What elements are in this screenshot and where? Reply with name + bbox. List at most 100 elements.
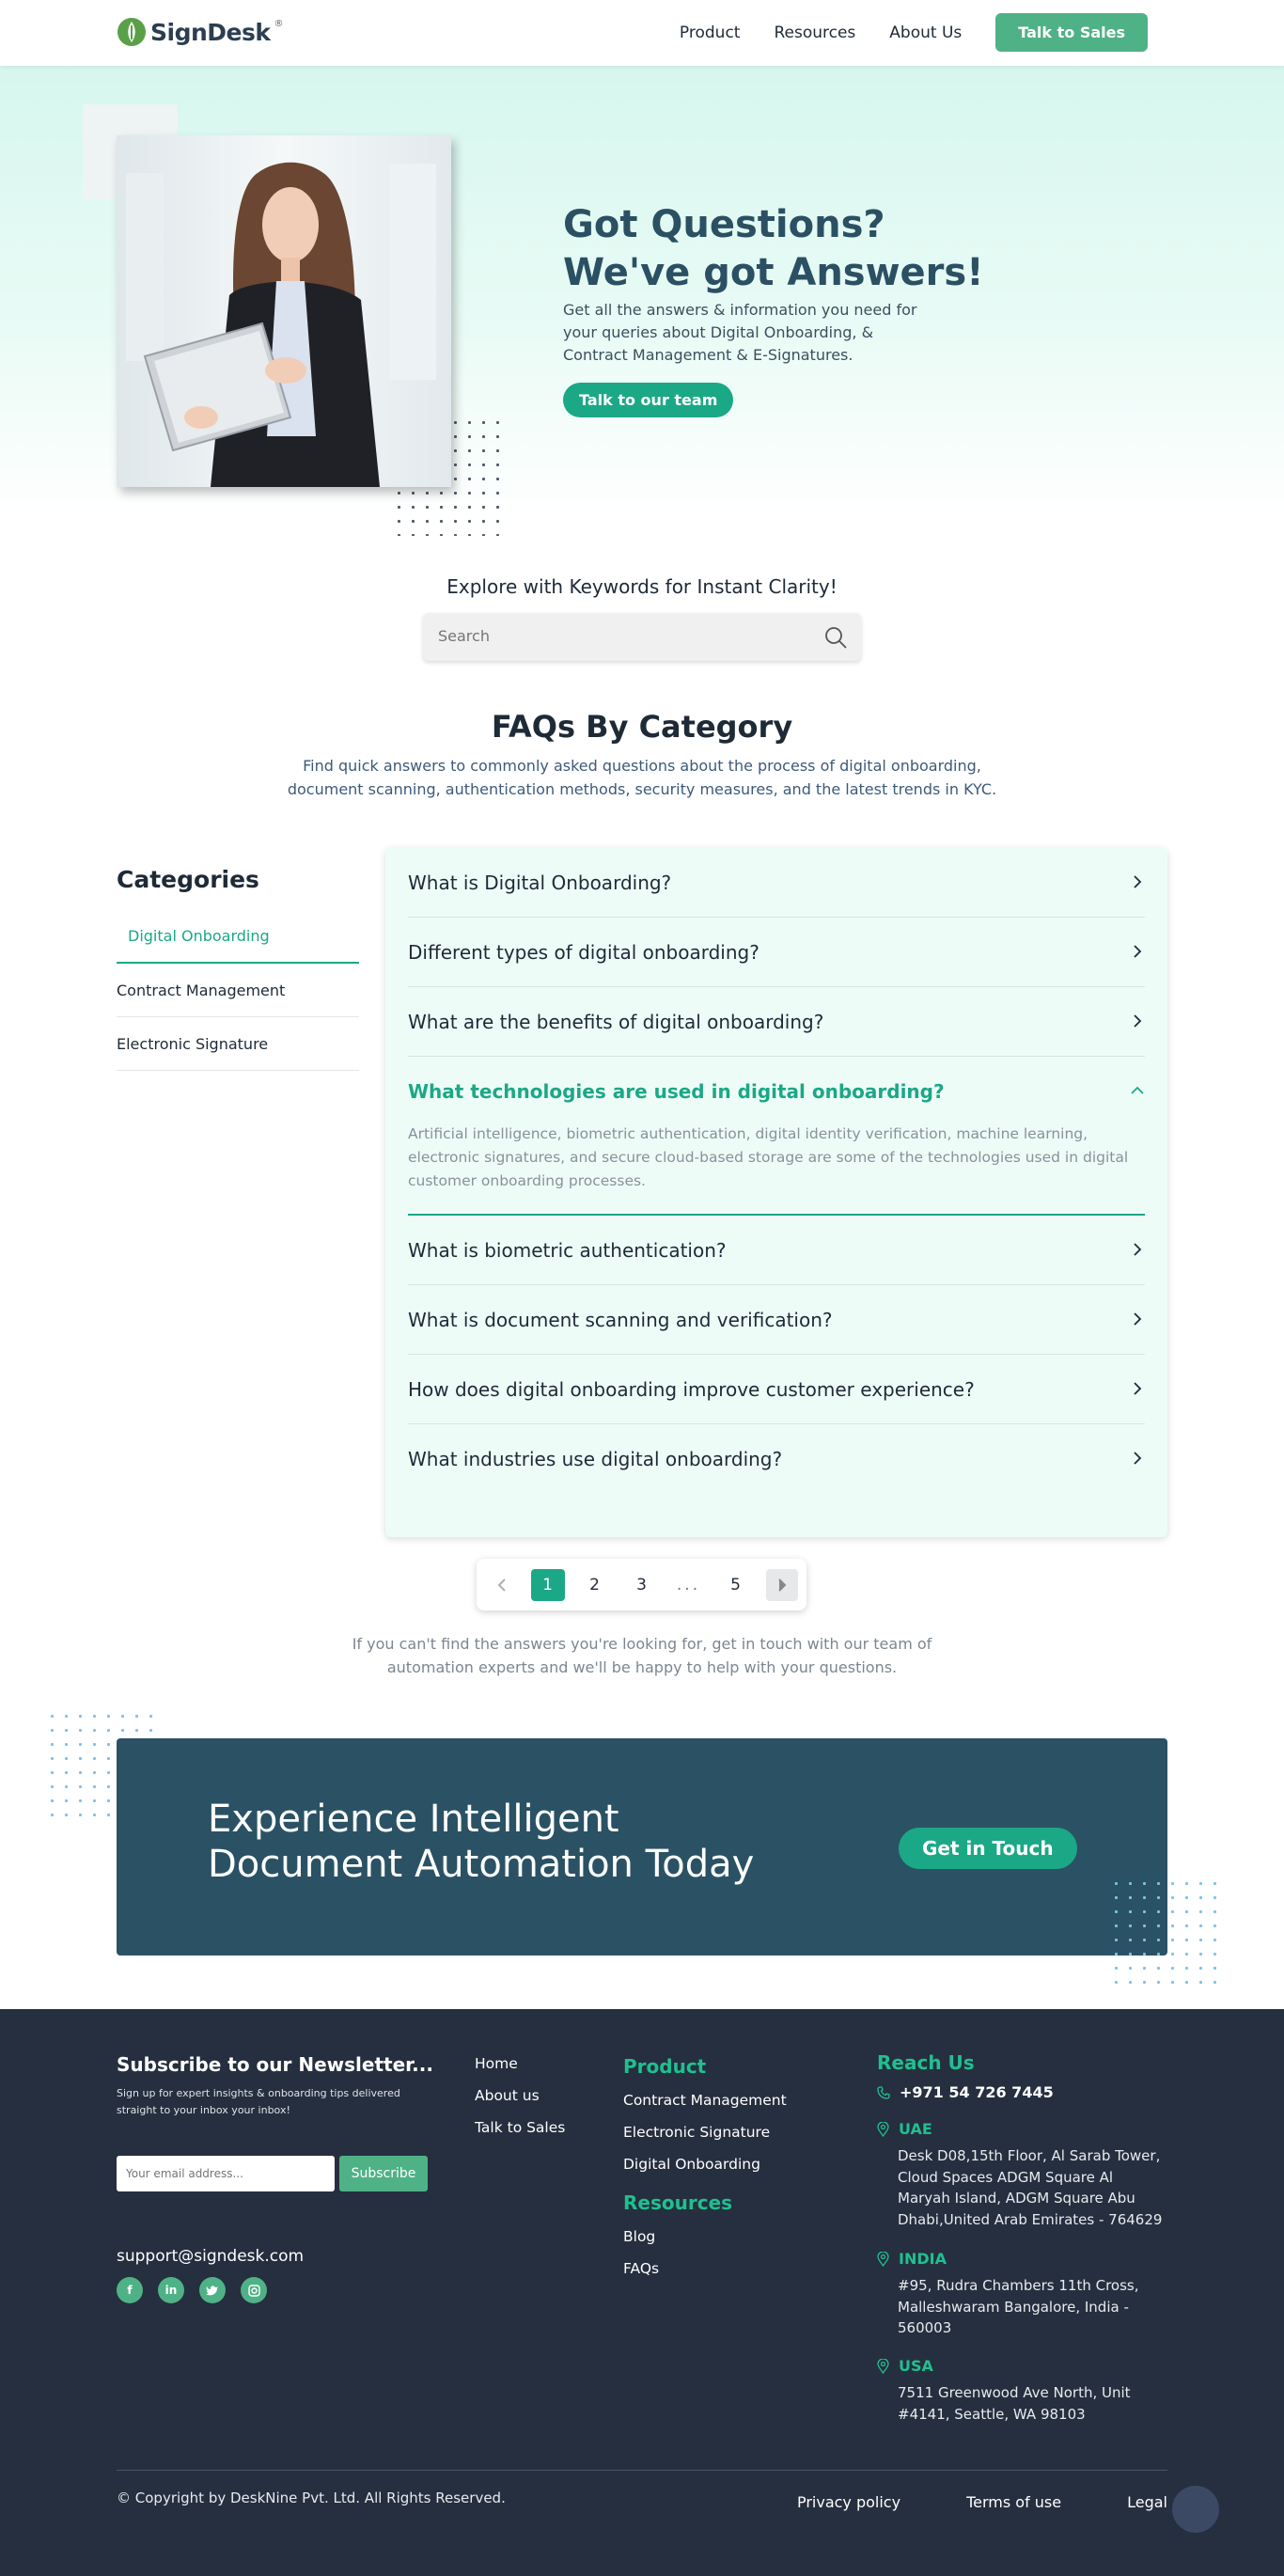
legal-link[interactable]: Legal (1127, 2493, 1167, 2511)
office-usa: USA 7511 Greenwood Ave North, Unit #4141… (877, 2357, 1168, 2425)
linkedin-icon[interactable]: in (158, 2277, 184, 2303)
category-contract-management[interactable]: Contract Management (117, 964, 359, 1017)
next-page-button[interactable] (765, 1568, 798, 1601)
signdesk-logo[interactable]: SignDesk ® (117, 17, 283, 47)
faq-question[interactable]: Different types of digital onboarding? (408, 918, 1145, 986)
registered-mark: ® (274, 19, 284, 29)
footer-link-digital-onboarding[interactable]: Digital Onboarding (623, 2156, 787, 2173)
faq-item: What are the benefits of digital onboard… (408, 987, 1145, 1057)
office-usa-name: USA (877, 2357, 1168, 2375)
footer-link-contract-management[interactable]: Contract Management (623, 2092, 787, 2109)
search-input[interactable] (438, 627, 795, 645)
instagram-icon[interactable] (241, 2277, 267, 2303)
office-india-label: INDIA (899, 2250, 947, 2268)
search-box (423, 613, 861, 661)
phone-number[interactable]: +971 54 726 7445 (877, 2083, 1054, 2101)
faq-item: What industries use digital onboarding? (408, 1424, 1145, 1493)
talk-to-our-team-button[interactable]: Talk to our team (563, 383, 734, 417)
faq-title: FAQs By Category (491, 709, 793, 745)
faq-item: Different types of digital onboarding? (408, 918, 1145, 987)
social-links: f in (117, 2277, 267, 2303)
chevron-right-icon (1130, 1309, 1145, 1331)
get-in-touch-button[interactable]: Get in Touch (899, 1828, 1077, 1869)
logo-text: SignDesk (150, 18, 271, 46)
chevron-up-icon (1130, 1080, 1145, 1103)
twitter-icon[interactable] (199, 2277, 226, 2303)
category-digital-onboarding[interactable]: Digital Onboarding (117, 910, 359, 964)
prev-page-button[interactable] (486, 1569, 518, 1601)
categories-list: Digital Onboarding Contract Management E… (117, 910, 359, 1071)
category-electronic-signature[interactable]: Electronic Signature (117, 1017, 359, 1071)
page-1-button[interactable]: 1 (530, 1568, 565, 1601)
newsletter-email-input[interactable] (117, 2156, 335, 2191)
footer-product-heading: Product (623, 2055, 707, 2078)
hero-photo-woman-with-tablet (117, 135, 451, 487)
hero-section: Got Questions? We've got Answers! Get al… (0, 66, 1284, 536)
subscribe-button[interactable]: Subscribe (339, 2156, 428, 2191)
page-2-button[interactable]: 2 (578, 1569, 612, 1601)
privacy-policy-link[interactable]: Privacy policy (797, 2493, 900, 2511)
cta-banner: Experience Intelligent Document Automati… (117, 1738, 1167, 1956)
faq-question[interactable]: What is biometric authentication? (408, 1216, 1145, 1284)
legal-links: Privacy policy Terms of use Legal (797, 2493, 1167, 2511)
faq-question-text: What industries use digital onboarding? (408, 1447, 783, 1470)
office-india-address: #95, Rudra Chambers 11th Cross, Malleshw… (898, 2277, 1139, 2336)
facebook-icon[interactable]: f (117, 2277, 143, 2303)
faq-question[interactable]: How does digital onboarding improve cust… (408, 1355, 1145, 1423)
faq-item: What technologies are used in digital on… (408, 1057, 1145, 1216)
main-nav: Product Resources About Us Talk to Sales (680, 13, 1148, 52)
footer-quick-links: Home About us Talk to Sales (475, 2055, 565, 2151)
faq-question[interactable]: What is Digital Onboarding? (408, 848, 1145, 917)
newsletter-title: Subscribe to our Newsletter... (117, 2053, 433, 2076)
cta-title-line2: Document Automation Today (208, 1843, 755, 1886)
footer-link-faqs[interactable]: FAQs (623, 2260, 787, 2277)
chevron-right-icon (1130, 1448, 1145, 1470)
office-india-name: INDIA (877, 2250, 1168, 2268)
nav-product[interactable]: Product (680, 24, 741, 42)
chat-widget-icon[interactable] (1172, 2486, 1219, 2533)
nav-resources[interactable]: Resources (774, 24, 855, 42)
faq-panel: What is Digital Onboarding? Different typ… (385, 848, 1167, 1537)
twitter-bird-icon (206, 2285, 218, 2296)
page-ellipsis: ... (676, 1575, 701, 1594)
office-uae-label: UAE (899, 2120, 932, 2138)
footer-link-home[interactable]: Home (475, 2055, 565, 2072)
categories-title: Categories (117, 866, 259, 893)
faq-question[interactable]: What are the benefits of digital onboard… (408, 987, 1145, 1056)
faq-question-text: Different types of digital onboarding? (408, 940, 759, 964)
faq-item: What is document scanning and verificati… (408, 1285, 1145, 1355)
instagram-glyph-icon (247, 2284, 260, 2297)
faq-question[interactable]: What technologies are used in digital on… (408, 1057, 1145, 1125)
faq-subtitle: Find quick answers to commonly asked que… (287, 757, 997, 798)
phone-icon (877, 2085, 890, 2099)
hero-title-line1: Got Questions? (563, 203, 885, 246)
hero-title-line2: We've got Answers! (563, 251, 984, 294)
footer-link-blog[interactable]: Blog (623, 2228, 787, 2245)
office-uae-address: Desk D08,15th Floor, Al Sarab Tower, Clo… (898, 2147, 1163, 2228)
faq-item: What is Digital Onboarding? (408, 848, 1145, 918)
terms-of-use-link[interactable]: Terms of use (966, 2493, 1061, 2511)
faq-question[interactable]: What is document scanning and verificati… (408, 1285, 1145, 1354)
footer-link-about[interactable]: About us (475, 2087, 565, 2104)
office-usa-label: USA (899, 2357, 933, 2375)
chevron-right-icon (777, 1578, 786, 1592)
page-3-button[interactable]: 3 (625, 1569, 659, 1601)
footer-product-column: Product Contract Management Electronic S… (623, 2055, 787, 2292)
nav-about-us[interactable]: About Us (889, 24, 962, 42)
location-pin-icon (877, 2358, 889, 2374)
help-text: If you can't find the answers you're loo… (352, 1635, 932, 1676)
page-5-button[interactable]: 5 (719, 1569, 753, 1601)
footer-link-talk-to-sales[interactable]: Talk to Sales (475, 2119, 565, 2136)
faq-answer: Artificial intelligence, biometric authe… (408, 1125, 1129, 1189)
search-icon[interactable] (823, 625, 848, 650)
footer-divider (117, 2470, 1167, 2471)
site-footer: Subscribe to our Newsletter... Sign up f… (0, 2009, 1284, 2576)
faq-item: How does digital onboarding improve cust… (408, 1355, 1145, 1424)
support-email[interactable]: support@signdesk.com (117, 2247, 304, 2266)
faq-question[interactable]: What industries use digital onboarding? (408, 1424, 1145, 1493)
talk-to-sales-button[interactable]: Talk to Sales (995, 13, 1148, 52)
cta-title-line1: Experience Intelligent (208, 1798, 619, 1841)
footer-link-electronic-signature[interactable]: Electronic Signature (623, 2124, 787, 2141)
chevron-right-icon (1130, 1011, 1145, 1033)
faq-question-text: What is Digital Onboarding? (408, 871, 672, 894)
